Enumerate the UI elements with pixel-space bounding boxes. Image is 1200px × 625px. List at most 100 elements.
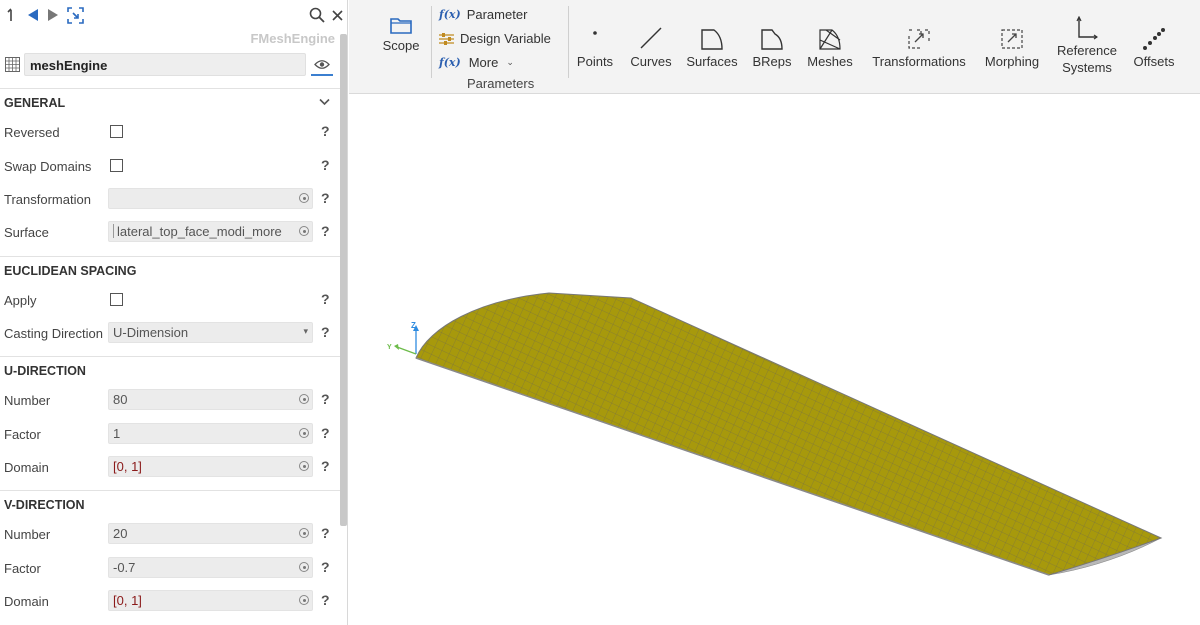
row-casting-direction: Casting Direction U-Dimension ▾ ? <box>0 318 340 346</box>
reversed-checkbox[interactable] <box>110 125 123 138</box>
u-number-label: Number <box>4 393 51 408</box>
v-domain-field[interactable]: [0, 1] <box>108 590 313 611</box>
visibility-toggle[interactable] <box>311 54 333 76</box>
more-label: More <box>468 55 499 70</box>
help-icon[interactable]: ? <box>321 592 330 608</box>
back-arrow-icon[interactable] <box>26 5 40 25</box>
chevron-down-icon[interactable] <box>319 95 330 109</box>
dropdown-arrow-icon[interactable]: ▾ <box>303 326 308 337</box>
link-target-icon[interactable] <box>299 528 309 538</box>
reference-systems-button[interactable]: Reference Systems <box>1053 14 1121 76</box>
transformations-label: Transformations <box>872 54 966 69</box>
help-icon[interactable]: ? <box>321 157 330 173</box>
panel-toolbar <box>0 0 347 30</box>
help-icon[interactable]: ? <box>321 458 330 474</box>
function-icon: f(x) <box>439 8 461 21</box>
link-target-icon[interactable] <box>299 193 309 203</box>
swap-domains-checkbox[interactable] <box>110 159 123 172</box>
casting-direction-select[interactable]: U-Dimension ▾ <box>108 322 313 343</box>
pin-up-icon[interactable] <box>6 5 16 25</box>
section-u-title: U-DIRECTION <box>4 364 86 378</box>
help-icon[interactable]: ? <box>321 123 330 139</box>
meshes-button[interactable]: Meshes <box>805 22 855 69</box>
3d-viewport[interactable]: Z Y <box>349 95 1200 625</box>
row-u-domain: Domain [0, 1] ? <box>0 452 340 480</box>
reversed-label: Reversed <box>4 125 60 140</box>
link-target-icon[interactable] <box>299 394 309 404</box>
casting-direction-label: Casting Direction <box>4 326 103 341</box>
offsets-button[interactable]: Offsets <box>1129 22 1179 69</box>
parameters-group-label: Parameters <box>467 76 535 91</box>
parameter-button[interactable]: f(x) Parameter <box>439 7 527 22</box>
link-target-icon[interactable] <box>299 562 309 572</box>
folder-icon <box>379 6 423 34</box>
link-target-icon[interactable] <box>299 595 309 605</box>
transformations-button[interactable]: Transformations <box>867 22 971 69</box>
link-target-icon[interactable] <box>299 428 309 438</box>
section-euclidean-spacing[interactable]: EUCLIDEAN SPACING <box>0 256 340 282</box>
eye-icon <box>314 59 330 69</box>
more-dropdown[interactable]: f(x) More ⌄ <box>439 55 514 70</box>
section-general[interactable]: GENERAL <box>0 88 340 114</box>
v-domain-label: Domain <box>4 594 49 609</box>
row-surface: Surface lateral_top_face_modi_more ? <box>0 217 340 245</box>
row-v-domain: Domain [0, 1] ? <box>0 586 340 614</box>
u-domain-field[interactable]: [0, 1] <box>108 456 313 477</box>
transformation-field[interactable] <box>108 188 313 209</box>
u-number-field[interactable]: 80 <box>108 389 313 410</box>
help-icon[interactable]: ? <box>321 525 330 541</box>
u-factor-field[interactable]: 1 <box>108 423 313 444</box>
wing-top-surface[interactable] <box>415 292 1163 576</box>
property-panel: FMeshEngine meshEngine GENERAL Reversed … <box>0 0 348 625</box>
forward-arrow-icon[interactable] <box>46 5 60 25</box>
panel-title: FMeshEngine <box>250 31 335 46</box>
brep-icon <box>750 22 794 50</box>
points-button[interactable]: Points <box>573 22 617 69</box>
axis-triad: Z Y <box>387 321 419 355</box>
search-icon[interactable] <box>308 5 326 25</box>
wing-mesh-render[interactable]: Z Y <box>349 95 1200 625</box>
offsets-label: Offsets <box>1133 54 1175 69</box>
apply-checkbox[interactable] <box>110 293 123 306</box>
points-label: Points <box>576 54 614 69</box>
help-icon[interactable]: ? <box>321 391 330 407</box>
help-icon[interactable]: ? <box>321 223 330 239</box>
help-icon[interactable]: ? <box>321 291 330 307</box>
fit-target-icon[interactable] <box>66 5 84 25</box>
breps-button[interactable]: BReps <box>750 22 794 69</box>
axes-icon <box>1053 14 1121 40</box>
link-target-icon[interactable] <box>299 461 309 471</box>
offset-icon <box>1129 22 1179 50</box>
help-icon[interactable]: ? <box>321 190 330 206</box>
v-factor-label: Factor <box>4 561 41 576</box>
design-variable-button[interactable]: Design Variable <box>439 31 551 46</box>
row-v-number: Number 20 ? <box>0 519 340 547</box>
surfaces-button[interactable]: Surfaces <box>683 22 741 69</box>
surfaces-label: Surfaces <box>686 54 738 69</box>
section-general-title: GENERAL <box>4 96 66 110</box>
panel-scrollbar[interactable] <box>340 34 347 526</box>
v-factor-field[interactable]: -0.7 <box>108 557 313 578</box>
scope-button[interactable]: Scope <box>379 6 423 53</box>
u-factor-label: Factor <box>4 427 41 442</box>
help-icon[interactable]: ? <box>321 425 330 441</box>
morphing-button[interactable]: Morphing <box>979 22 1045 69</box>
section-u-direction[interactable]: U-DIRECTION <box>0 356 340 382</box>
swap-domains-label: Swap Domains <box>4 159 92 174</box>
link-target-icon[interactable] <box>299 226 309 236</box>
curves-button[interactable]: Curves <box>627 22 675 69</box>
chevron-down-icon: ⌄ <box>506 57 514 67</box>
surface-label: Surface <box>4 225 49 240</box>
object-name-input[interactable]: meshEngine <box>24 53 306 76</box>
help-icon[interactable]: ? <box>321 324 330 340</box>
ribbon-separator <box>431 6 432 78</box>
v-number-field[interactable]: 20 <box>108 523 313 544</box>
mesh-icon <box>805 22 855 50</box>
close-icon[interactable] <box>330 5 344 25</box>
section-v-direction[interactable]: V-DIRECTION <box>0 490 340 516</box>
surface-field[interactable]: lateral_top_face_modi_more <box>108 221 313 242</box>
v-number-label: Number <box>4 527 51 542</box>
section-euclidean-title: EUCLIDEAN SPACING <box>4 264 137 278</box>
help-icon[interactable]: ? <box>321 559 330 575</box>
surface-icon <box>683 22 741 50</box>
